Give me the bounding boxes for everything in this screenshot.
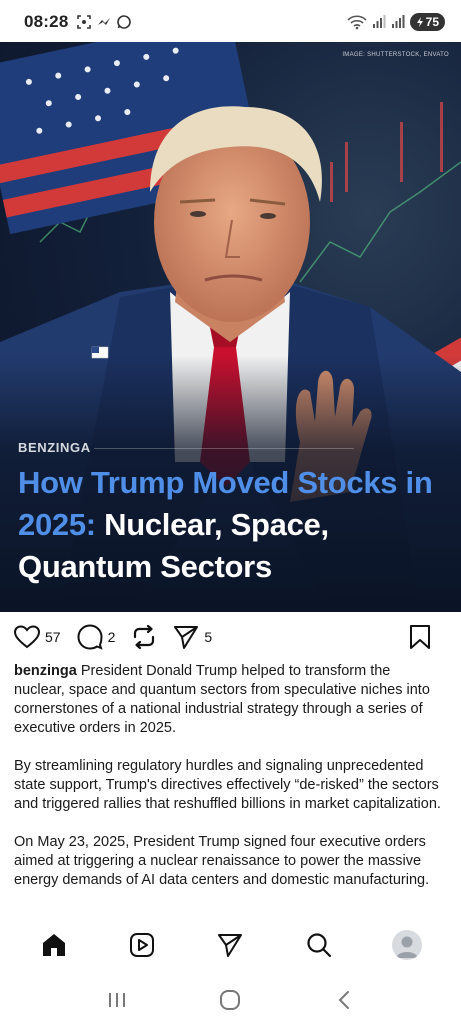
recent-apps-icon[interactable] [106, 990, 128, 1010]
post-actions: 57 2 5 [0, 617, 461, 657]
caption-paragraph: By streamlining regulatory hurdles and s… [14, 758, 441, 812]
signal-icon-2 [391, 15, 405, 28]
bottom-navigation [0, 916, 461, 974]
repost-button[interactable] [131, 624, 157, 650]
nav-search[interactable] [296, 922, 342, 968]
post-image[interactable]: IMAGE: SHUTTERSTOCK, ENVATO BENZINGA How… [0, 42, 461, 612]
send-icon [218, 934, 243, 957]
status-bar: 08:28 75 [0, 0, 461, 44]
nav-profile[interactable] [384, 922, 430, 968]
comment-icon [77, 624, 103, 650]
signal-icon [372, 15, 386, 28]
nav-messages[interactable] [207, 922, 253, 968]
share-count: 5 [204, 629, 213, 645]
status-time: 08:28 [24, 12, 69, 31]
profile-avatar [391, 930, 422, 960]
messenger-icon [98, 18, 111, 25]
caption-paragraph: On May 23, 2025, President Trump signed … [14, 834, 430, 888]
caption-text: President Donald Trump helped to transfo… [14, 663, 430, 736]
comment-count: 2 [107, 629, 116, 645]
kicker-divider [94, 448, 354, 449]
post-caption: benzinga President Donald Trump helped t… [14, 662, 444, 909]
save-button[interactable] [409, 624, 431, 650]
bookmark-icon [410, 625, 430, 649]
nav-home[interactable] [31, 922, 77, 968]
like-count: 57 [45, 629, 61, 645]
battery-icon: 75 [409, 13, 445, 31]
share-button[interactable]: 5 [173, 624, 212, 650]
publisher-kicker: BENZINGA [18, 440, 91, 455]
heart-icon [14, 625, 40, 649]
like-button[interactable]: 57 [14, 625, 61, 649]
repost-icon [134, 624, 155, 650]
image-credit: IMAGE: SHUTTERSTOCK, ENVATO [342, 52, 449, 58]
wifi-icon [347, 15, 367, 30]
nav-reels[interactable] [119, 922, 165, 968]
screenshot-icon [77, 15, 92, 29]
home-icon [43, 934, 66, 956]
caption-paragraph: benzinga President Donald Trump helped t… [14, 662, 444, 738]
search-icon [307, 933, 331, 958]
whatsapp-icon [117, 15, 132, 29]
caption-username[interactable]: benzinga [14, 663, 77, 679]
send-icon [174, 626, 199, 649]
battery-level: 75 [425, 15, 439, 29]
system-navigation [0, 975, 461, 1024]
reels-icon [130, 933, 155, 957]
back-icon[interactable] [333, 989, 355, 1011]
home-button-icon[interactable] [219, 989, 241, 1011]
post-headline: How Trump Moved Stocks in 2025: Nuclear,… [18, 462, 448, 588]
comment-button[interactable]: 2 [77, 624, 116, 650]
